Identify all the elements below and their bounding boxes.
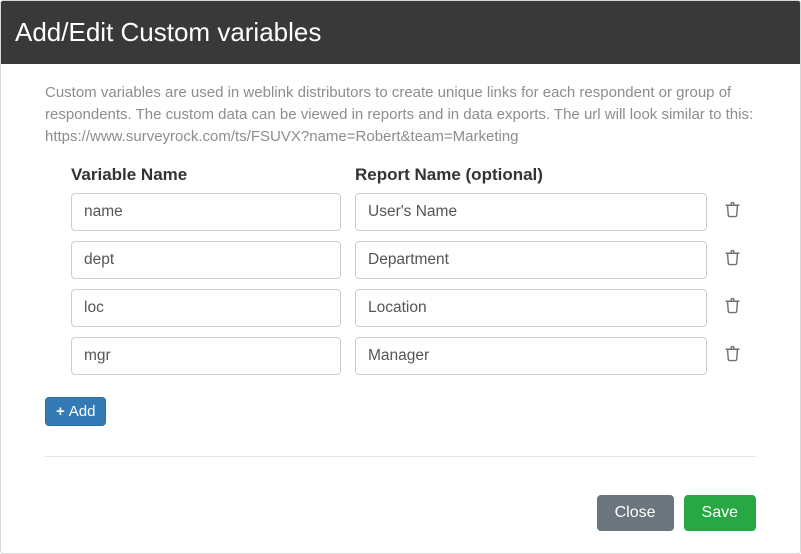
close-button[interactable]: Close — [597, 495, 674, 531]
intro-text: Custom variables are used in weblink dis… — [45, 82, 756, 147]
plus-icon: + — [56, 404, 65, 419]
trash-icon — [724, 296, 741, 320]
table-row — [71, 337, 756, 375]
col-header-variable: Variable Name — [71, 165, 341, 185]
table-row — [71, 289, 756, 327]
modal-header: Add/Edit Custom variables — [1, 1, 800, 64]
delete-row-button[interactable] — [719, 295, 745, 321]
variable-name-input[interactable] — [71, 337, 341, 375]
modal-add-edit-custom-variables: Add/Edit Custom variables Custom variabl… — [0, 0, 801, 554]
trash-icon — [724, 248, 741, 272]
col-header-report: Report Name (optional) — [355, 165, 707, 185]
modal-title: Add/Edit Custom variables — [15, 17, 786, 48]
report-name-input[interactable] — [355, 289, 707, 327]
report-name-input[interactable] — [355, 241, 707, 279]
add-button[interactable]: + Add — [45, 397, 106, 426]
variables-table: Variable Name Report Name (optional) — [71, 165, 756, 375]
save-button[interactable]: Save — [684, 495, 756, 531]
trash-icon — [724, 344, 741, 368]
delete-row-button[interactable] — [719, 343, 745, 369]
variable-name-input[interactable] — [71, 193, 341, 231]
trash-icon — [724, 200, 741, 224]
table-header-row: Variable Name Report Name (optional) — [71, 165, 756, 185]
report-name-input[interactable] — [355, 193, 707, 231]
delete-row-button[interactable] — [719, 247, 745, 273]
variable-name-input[interactable] — [71, 289, 341, 327]
modal-body: Custom variables are used in weblink dis… — [1, 64, 800, 479]
variable-name-input[interactable] — [71, 241, 341, 279]
modal-footer: Close Save — [1, 479, 800, 553]
divider — [45, 456, 756, 457]
table-row — [71, 193, 756, 231]
add-button-label: Add — [69, 403, 96, 420]
report-name-input[interactable] — [355, 337, 707, 375]
delete-row-button[interactable] — [719, 199, 745, 225]
table-row — [71, 241, 756, 279]
